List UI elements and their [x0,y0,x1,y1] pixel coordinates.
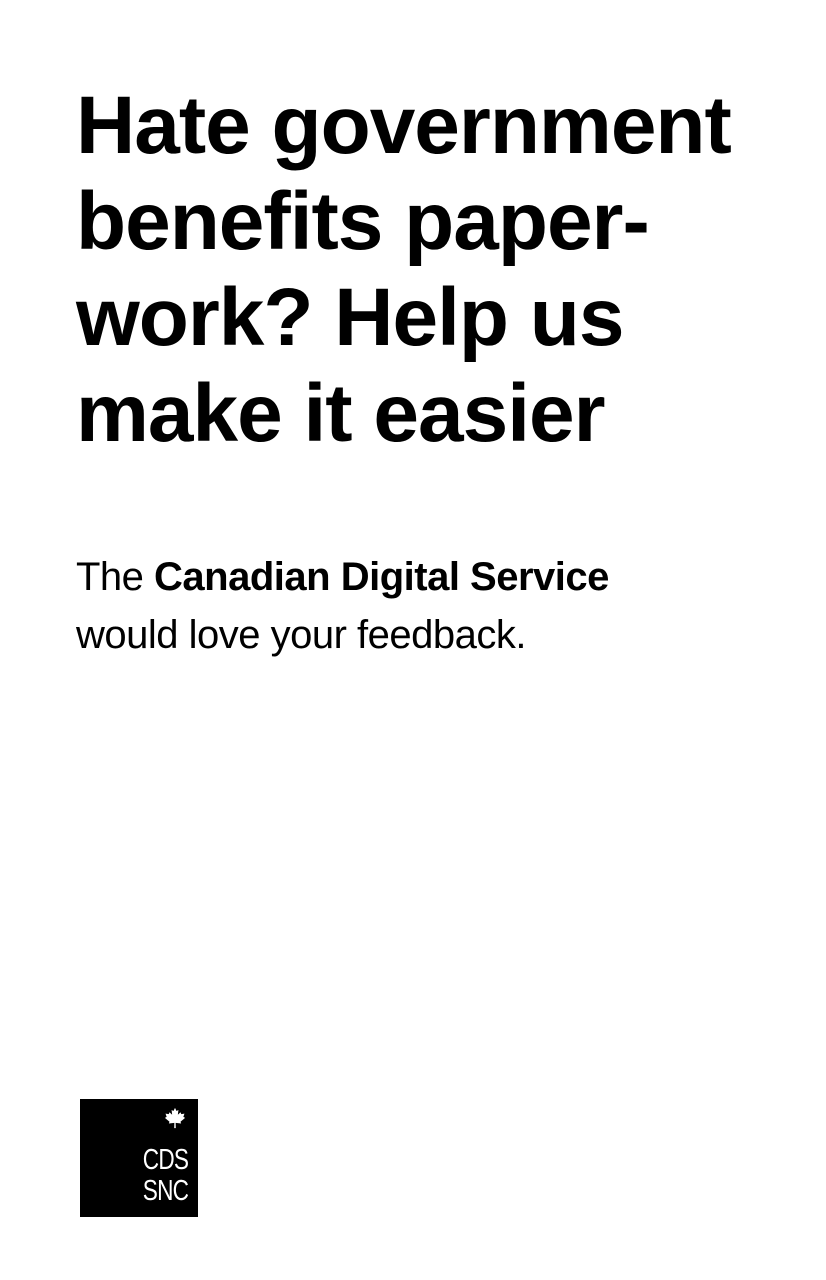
organization-name: Canadian Digital Service [154,555,609,599]
headline-line-2: benefits paper- [76,176,650,267]
maple-leaf-icon [164,1107,186,1129]
logo-text-snc: SNC [142,1175,189,1207]
logo-text-cds: CDS [142,1144,189,1176]
message-line-2: would love your feedback. [76,613,527,657]
page: Hate government benefits paper- work? He… [0,0,826,1280]
headline-line-1: Hate government [76,80,732,171]
headline-line-3: work? Help us [76,272,624,363]
headline-line-4: make it easier [76,368,606,459]
message-prefix: The [76,555,155,599]
cds-snc-logo: CDS SNC [80,1099,198,1217]
logo-text: CDS SNC [142,1144,189,1207]
headline: Hate government benefits paper- work? He… [76,78,796,462]
feedback-message: The Canadian Digital Service would love y… [76,548,776,664]
